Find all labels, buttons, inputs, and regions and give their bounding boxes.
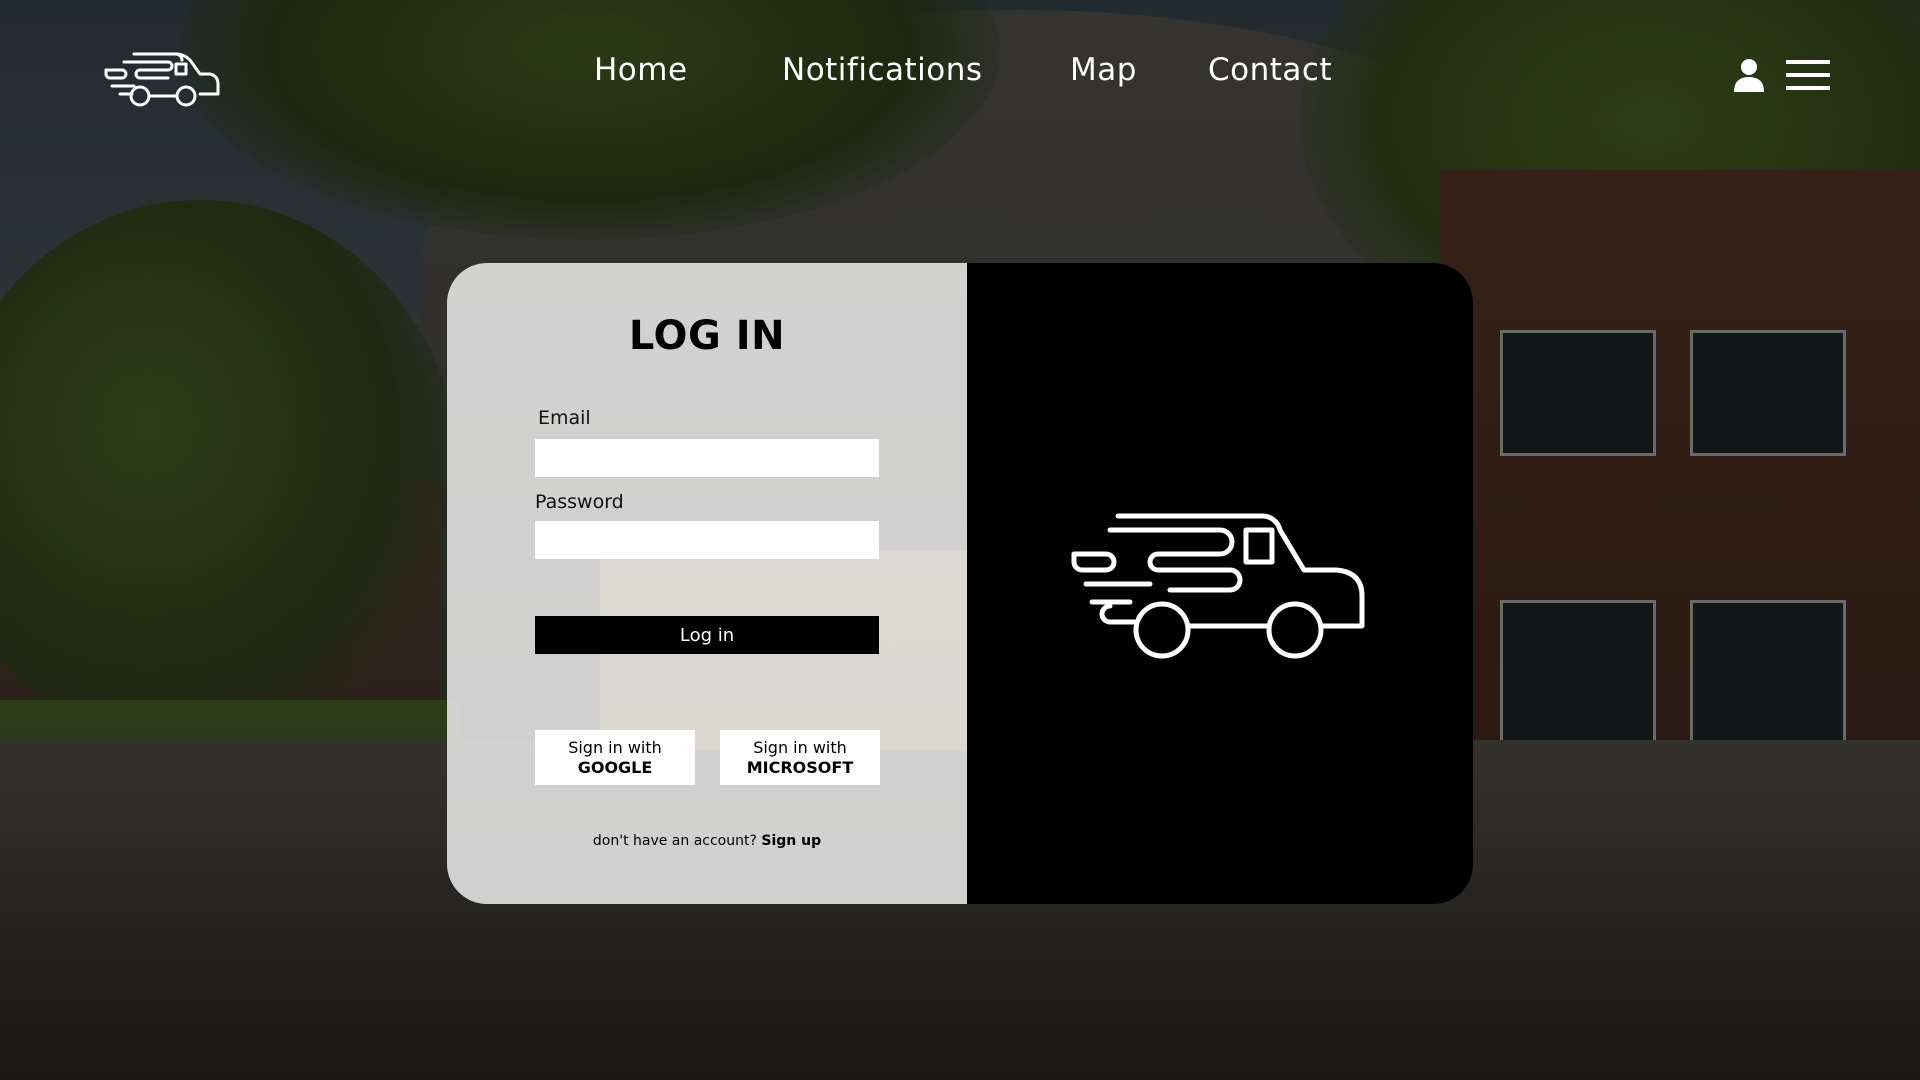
email-label: Email: [538, 407, 591, 429]
user-icon[interactable]: [1732, 58, 1766, 92]
password-field[interactable]: [535, 521, 879, 559]
login-title: LOG IN: [628, 313, 786, 359]
signup-row: don't have an account? Sign up: [447, 833, 967, 849]
bus-logo-large-icon: [1070, 510, 1370, 660]
nav-map[interactable]: Map: [1070, 52, 1137, 88]
microsoft-signin-line1: Sign in with: [753, 737, 847, 757]
google-signin-line2: GOOGLE: [577, 757, 653, 777]
main-nav: Home Notifications Map Contact: [0, 52, 1920, 96]
hamburger-menu-icon[interactable]: [1786, 58, 1830, 92]
brand-panel: [967, 263, 1473, 904]
nav-home[interactable]: Home: [594, 52, 688, 88]
microsoft-signin-line2: MICROSOFT: [746, 757, 854, 777]
nav-contact[interactable]: Contact: [1208, 52, 1332, 88]
login-button[interactable]: Log in: [535, 616, 879, 654]
email-field[interactable]: [535, 439, 879, 477]
login-form-panel: LOG IN Email Password Log in Sign in wit…: [447, 263, 967, 904]
google-signin-line1: Sign in with: [568, 737, 662, 757]
password-label: Password: [535, 491, 624, 513]
nav-notifications[interactable]: Notifications: [782, 52, 983, 88]
google-signin-button[interactable]: Sign in with GOOGLE: [535, 730, 695, 785]
microsoft-signin-button[interactable]: Sign in with MICROSOFT: [720, 730, 880, 785]
signup-link[interactable]: Sign up: [761, 833, 821, 849]
signup-prompt: don't have an account?: [592, 833, 757, 849]
login-card: LOG IN Email Password Log in Sign in wit…: [447, 263, 1473, 904]
